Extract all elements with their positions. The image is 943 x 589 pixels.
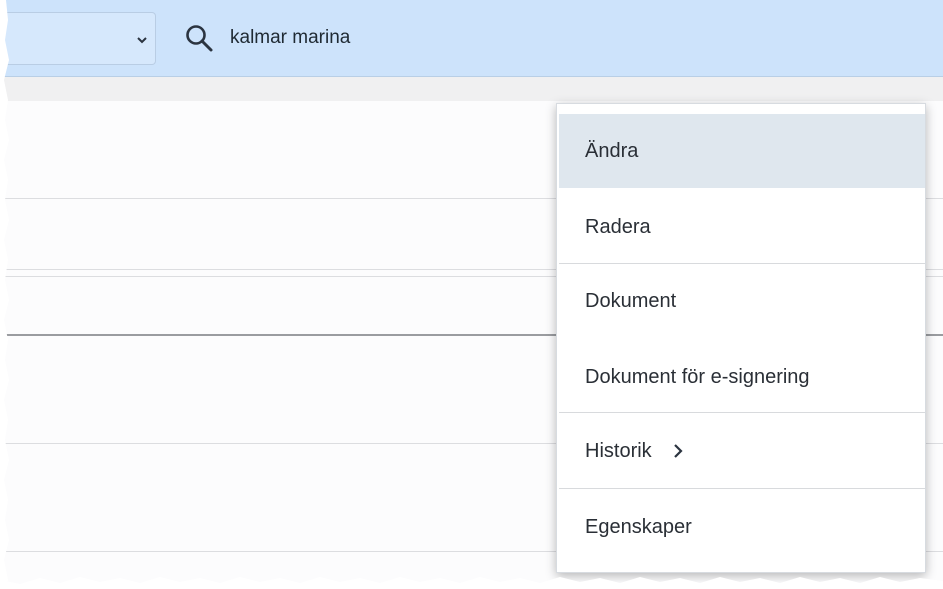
menu-item-label: Dokument <box>585 289 677 312</box>
chevron-down-icon <box>137 37 147 44</box>
menu-item-dokument[interactable]: Dokument <box>559 264 925 338</box>
menu-item-label: Radera <box>585 215 651 238</box>
menu-item-label: Historik <box>585 439 652 462</box>
search-input[interactable]: kalmar marina <box>230 25 350 51</box>
menu-item-label: Ändra <box>585 139 639 162</box>
context-menu: Ändra Radera Dokument Dokument för e-sig… <box>556 103 926 573</box>
menu-item-historik[interactable]: Historik <box>559 414 925 488</box>
menu-item-egenskaper[interactable]: Egenskaper <box>559 490 925 564</box>
menu-item-label: Dokument för e-signering <box>585 365 810 388</box>
menu-item-label: Egenskaper <box>585 515 692 538</box>
chevron-right-icon <box>673 444 683 458</box>
menu-separator <box>559 488 925 489</box>
menu-item-andra[interactable]: Ändra <box>559 114 925 188</box>
menu-item-dokument-e-signering[interactable]: Dokument för e-signering <box>559 340 925 414</box>
menu-separator <box>559 412 925 413</box>
menu-item-radera[interactable]: Radera <box>559 190 925 264</box>
filter-dropdown[interactable] <box>0 12 156 65</box>
search-icon[interactable] <box>184 23 214 53</box>
screenshot-canvas: kalmar marina Ändra Radera Dokument Doku… <box>0 0 943 589</box>
top-bar: kalmar marina <box>0 0 943 77</box>
